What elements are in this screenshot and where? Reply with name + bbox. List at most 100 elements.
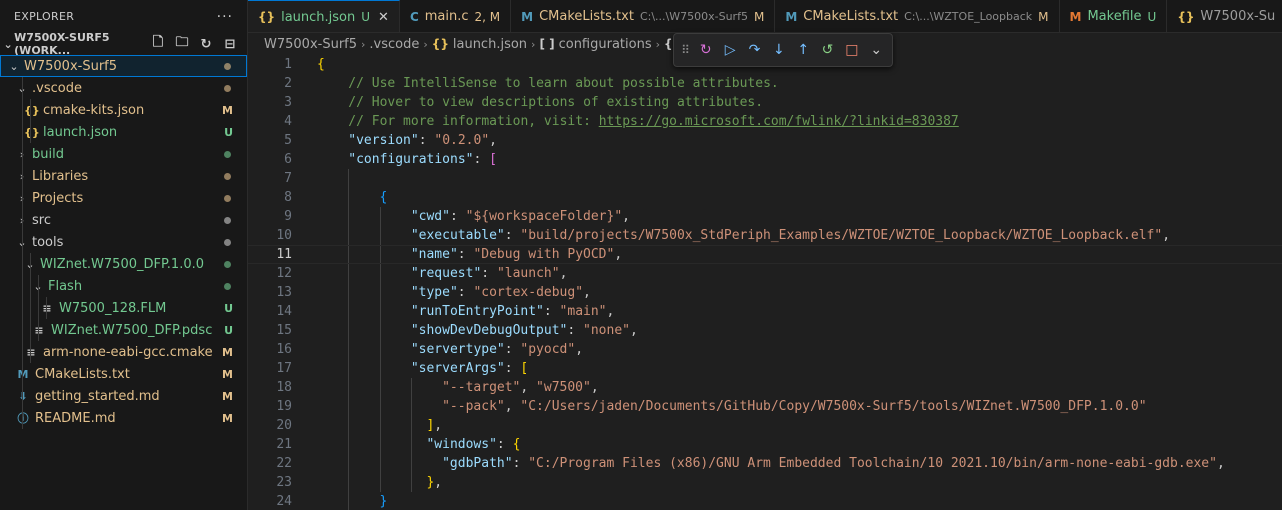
code-token[interactable]: https://go.microsoft.com/fwlink/?linkid=… <box>599 114 959 129</box>
tab-launch-json[interactable]: {} launch.json U ✕ <box>248 0 400 32</box>
code-token: "--pack" <box>442 399 505 414</box>
indent-guide <box>348 264 350 283</box>
line-number: 13 <box>276 285 292 300</box>
workspace-name: W7500X-SURF5 (WORK... <box>14 31 110 57</box>
breadcrumb-segment[interactable]: launch.json <box>453 37 527 52</box>
code-text: "windows": { <box>426 437 520 452</box>
code-token: // For more information, visit: <box>348 114 599 129</box>
more-actions-icon[interactable]: ··· <box>217 9 233 25</box>
line-number: 18 <box>276 380 292 395</box>
tree-item[interactable]: ⌄ W7500x-Surf5 <box>0 55 247 77</box>
indent-guide <box>22 253 23 275</box>
code-line: 15 "showDevDebugOutput": "none", <box>248 321 1282 340</box>
status-dot <box>224 84 231 92</box>
tree-item[interactable]: ≡ W7500_128.FLM U <box>0 297 247 319</box>
code-token: , <box>434 475 443 490</box>
tree-item-label: Projects <box>32 190 84 206</box>
tree-item[interactable]: ›build <box>0 143 247 165</box>
code-line: 20], <box>248 416 1282 435</box>
tree-item[interactable]: M CMakeLists.txt M <box>0 363 247 385</box>
tree-item[interactable]: ⌄Flash <box>0 275 247 297</box>
tree-item[interactable]: ≡ arm-none-eabi-gcc.cmake M <box>0 341 247 363</box>
step-into-icon[interactable]: ↓ <box>769 40 788 61</box>
tab-label: W7500x-Su <box>1200 9 1276 24</box>
code-token: : <box>418 133 435 148</box>
tab-w7500x-su[interactable]: {} W7500x-Su <box>1167 0 1282 32</box>
indent-guide <box>379 359 381 378</box>
indent-guide <box>348 492 350 510</box>
code-token: // Use IntelliSense to learn about possi… <box>348 76 779 91</box>
code-token: "version" <box>348 133 419 148</box>
continue-icon[interactable]: ▷ <box>720 40 739 61</box>
step-over-icon[interactable]: ↷ <box>745 40 764 61</box>
tab-makefile[interactable]: M Makefile U <box>1060 0 1168 32</box>
tab-cmakelists-txt[interactable]: M CMakeLists.txt C:\...\W7500x-Surf5 M <box>511 0 776 32</box>
tab-cmakelists-txt[interactable]: M CMakeLists.txt C:\...\WZTOE_Loopback M <box>775 0 1060 32</box>
breadcrumb-segment[interactable]: W7500x-Surf5 <box>264 37 357 52</box>
tree-item[interactable]: ≡ WIZnet.W7500_DFP.pdsc U <box>0 319 247 341</box>
indent-guide <box>22 275 23 297</box>
file-type-icon: {} <box>1177 9 1195 24</box>
code-line: 24} <box>248 492 1282 510</box>
tree-item[interactable]: ⬇ getting_started.md M <box>0 385 247 407</box>
tab-label: CMakeLists.txt <box>803 9 899 24</box>
indent-guide <box>410 397 412 416</box>
indent-guide <box>348 188 350 207</box>
tab-label: CMakeLists.txt <box>539 9 634 24</box>
refresh-icon[interactable]: ↻ <box>197 35 215 53</box>
git-status-badge: M <box>222 367 233 381</box>
code-token: } <box>379 494 388 509</box>
tree-item[interactable]: {} cmake-kits.json M <box>0 99 247 121</box>
code-line: 14 "runToEntryPoint": "main", <box>248 302 1282 321</box>
code-token: "servertype" <box>410 342 505 357</box>
tree-item[interactable]: ›Libraries <box>0 165 247 187</box>
code-text: "--pack", "C:/Users/jaden/Documents/GitH… <box>442 399 1146 414</box>
indent-guide <box>38 297 39 319</box>
restart-frame-icon[interactable]: ↻ <box>696 40 715 61</box>
collapse-all-icon[interactable]: ⊟ <box>221 35 239 53</box>
tree-item[interactable]: ›Projects <box>0 187 247 209</box>
indent-guide <box>22 363 23 385</box>
code-token: "none" <box>583 323 630 338</box>
new-folder-icon[interactable]: 🗀 <box>173 35 191 53</box>
code-text: "configurations": [ <box>348 152 497 167</box>
restart-icon[interactable]: ↺ <box>818 40 837 61</box>
indent-guide <box>348 397 350 416</box>
code-text: "request": "launch", <box>411 266 568 281</box>
code-line: 16 "servertype": "pyocd", <box>248 340 1282 359</box>
workspace-header[interactable]: ⌄ W7500X-SURF5 (WORK... 🗋 🗀 ↻ ⊟ <box>0 31 247 57</box>
step-out-icon[interactable]: ↑ <box>794 40 813 61</box>
code-token: "w7500" <box>536 380 591 395</box>
indent-guide <box>348 416 350 435</box>
indent-guide <box>379 416 381 435</box>
line-number: 23 <box>276 475 292 490</box>
tree-item[interactable]: {} launch.json U <box>0 121 247 143</box>
dropdown-icon[interactable]: ⌄ <box>867 40 886 61</box>
stop-icon[interactable]: □ <box>842 40 861 61</box>
tree-item[interactable]: ⓘ README.md M <box>0 407 247 429</box>
tree-item[interactable]: ⌄WIZnet.W7500_DFP.1.0.0 <box>0 253 247 275</box>
tree-item-label: W7500_128.FLM <box>59 300 167 316</box>
code-token: "--target" <box>442 380 521 395</box>
status-dot <box>224 150 231 158</box>
tree-item[interactable]: ⌄tools <box>0 231 247 253</box>
tree-item-label: Flash <box>48 278 83 294</box>
code-token: "serverArgs" <box>410 361 505 376</box>
breadcrumb-segment[interactable]: configurations <box>559 37 652 52</box>
tree-item-label: src <box>32 212 51 228</box>
code-token: , <box>520 380 537 395</box>
tree-item[interactable]: ⌄.vscode <box>0 77 247 99</box>
chevron-right-icon: › <box>655 37 661 51</box>
tab-main-c[interactable]: Cmain.c 2, M <box>400 0 512 32</box>
code-token: : <box>567 323 584 338</box>
code-editor[interactable]: 1 {2 // Use IntelliSense to learn about po… <box>248 55 1282 510</box>
tree-item[interactable]: ›src <box>0 209 247 231</box>
breadcrumb-segment[interactable]: .vscode <box>369 37 419 52</box>
code-token: "0.2.0" <box>434 133 490 148</box>
indent-guide <box>30 99 31 121</box>
code-token: "showDevDebugOutput" <box>410 323 568 338</box>
code-token: : <box>496 437 513 452</box>
close-icon[interactable]: ✕ <box>378 10 389 25</box>
new-file-icon[interactable]: 🗋 <box>149 35 167 53</box>
indent-guide <box>348 454 350 473</box>
